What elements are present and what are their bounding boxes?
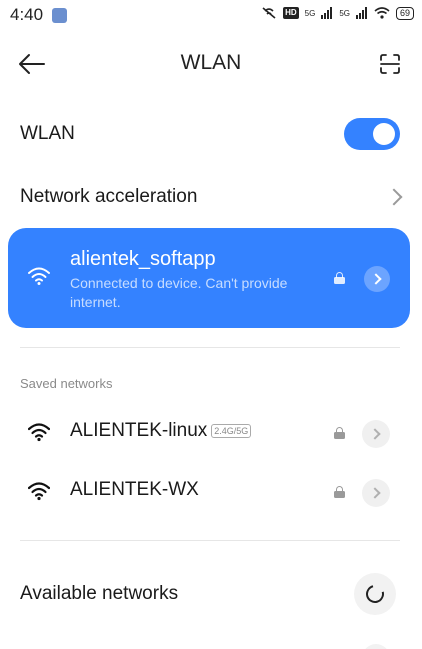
connected-network-status: Connected to device. Can't provide inter… [70,275,288,310]
mute-icon [262,7,276,19]
network-name-text: ALIENTEK-WX [70,479,199,500]
lock-icon [334,272,345,284]
hd-badge: HD [283,7,299,19]
refresh-button[interactable] [354,573,396,615]
list-item[interactable] [0,640,422,649]
connected-network-name: alientek_softapp [70,248,216,270]
network-details-button[interactable] [364,266,390,292]
saved-network-item[interactable]: ALIENTEK-WX [0,467,422,517]
toggle-knob [373,123,395,145]
signal-icon-1: 5G [304,8,316,18]
connected-network-card[interactable]: alientek_softapp Connected to device. Ca… [8,228,410,328]
refresh-icon [362,581,388,607]
wifi-icon [28,423,50,442]
wlan-toggle-switch[interactable] [344,118,400,150]
signal-bars-icon [355,7,367,19]
saved-network-item[interactable]: ALIENTEK-linux 2.4G/5G [0,408,422,458]
chevron-right-icon [369,487,381,499]
network-details-button[interactable] [362,420,390,448]
scan-icon[interactable] [378,52,402,76]
wlan-toggle-row[interactable]: WLAN [0,118,422,150]
app-notification-icon [52,8,67,23]
wifi-icon [28,267,50,285]
chevron-right-icon [370,273,382,285]
signal-bars-icon [321,7,333,19]
network-acceleration-label: Network acceleration [20,186,198,207]
divider [20,347,400,348]
battery-icon: 69 [395,6,414,20]
available-networks-label: Available networks [20,583,179,604]
network-details-button[interactable] [362,644,390,649]
network-details-button[interactable] [362,479,390,507]
lock-icon [334,427,345,439]
chevron-right-icon [385,188,403,206]
divider [20,540,400,541]
network-acceleration-row[interactable]: Network acceleration [0,182,422,214]
signal-icon-2: 5G [339,8,350,18]
band-badge: 2.4G/5G [211,424,252,438]
wifi-status-icon [374,7,390,19]
chevron-right-icon [369,428,381,440]
status-icons: HD 5G 5G 69 [261,6,414,20]
lock-icon [334,486,345,498]
saved-network-name: ALIENTEK-linux 2.4G/5G [70,420,252,442]
status-bar: 4:40 HD 5G 5G 69 [0,0,422,34]
saved-network-name: ALIENTEK-WX [70,479,199,501]
saved-networks-label: Saved networks [20,376,113,391]
wlan-label: WLAN [20,123,75,144]
app-header: WLAN [0,40,422,88]
network-name-text: ALIENTEK-linux [70,420,208,441]
wifi-icon [28,482,50,501]
status-time: 4:40 [10,5,44,24]
page-title: WLAN [180,51,242,74]
